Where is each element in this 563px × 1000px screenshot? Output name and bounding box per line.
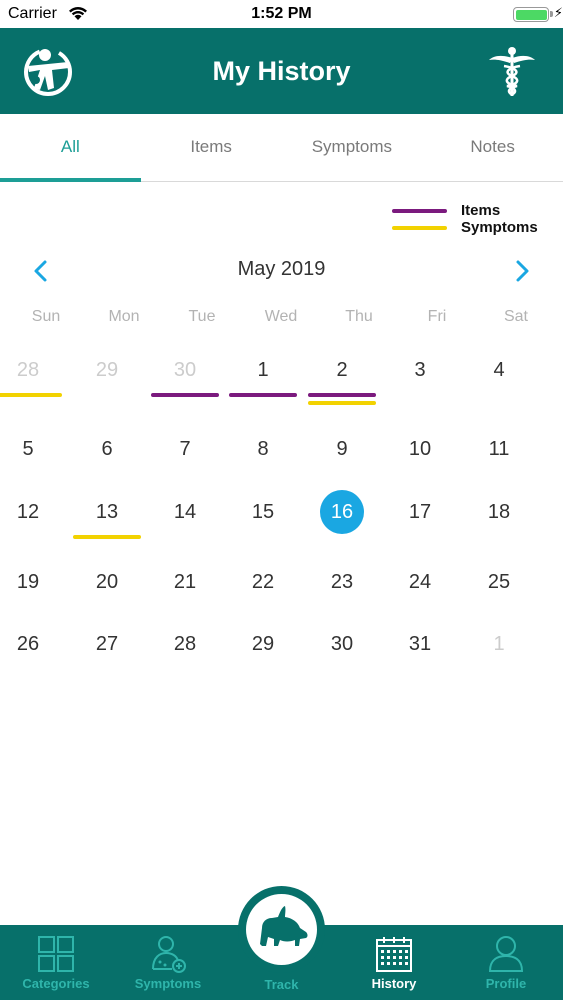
calendar-day[interactable]: 22: [224, 567, 302, 627]
symptoms-marker: [0, 393, 62, 397]
calendar-day[interactable]: 20: [68, 567, 146, 627]
calendar-day-number: 7: [179, 438, 191, 460]
calendar-day[interactable]: 3: [381, 355, 459, 415]
calendar-day[interactable]: 29: [68, 355, 146, 415]
calendar-day-number: 30: [330, 633, 354, 655]
calendar-day-number: 2: [336, 359, 348, 381]
calendar-day-number: 23: [330, 571, 354, 593]
calendar-day[interactable]: 26: [0, 629, 67, 689]
tabbar-track-label: Track: [264, 977, 299, 992]
calendar-day-number: 11: [488, 438, 510, 460]
calendar-day-number: 21: [173, 571, 197, 593]
items-marker: [151, 393, 219, 397]
tabbar-categories[interactable]: Categories: [0, 925, 112, 1000]
calendar-day[interactable]: 31: [381, 629, 459, 689]
calendar-day[interactable]: 24: [381, 567, 459, 627]
calendar-day[interactable]: 28: [146, 629, 224, 689]
calendar-day-number: 5: [22, 438, 34, 460]
calendar-day-number: 18: [487, 501, 511, 523]
tabbar-profile-label: Profile: [485, 976, 527, 991]
calendar-day-number: 31: [408, 633, 432, 655]
tabbar-symptoms[interactable]: Symptoms: [112, 925, 224, 1000]
calendar-day[interactable]: 30: [146, 355, 224, 415]
calendar-day-number: 16: [330, 501, 354, 523]
calendar-day[interactable]: 19: [0, 567, 67, 627]
calendar-day-number: 3: [414, 359, 426, 381]
items-marker: [229, 393, 297, 397]
calendar-day-number: 29: [95, 359, 119, 381]
dog-icon: [260, 906, 308, 946]
calendar-day-number: 14: [173, 501, 197, 523]
calendar-day-number: 4: [493, 359, 505, 381]
calendar-day[interactable]: 13: [68, 497, 146, 557]
calendar-day[interactable]: 1: [224, 355, 302, 415]
calendar-day[interactable]: 28: [0, 355, 67, 415]
calendar-day-number: 25: [487, 571, 511, 593]
calendar-day[interactable]: 5: [0, 434, 67, 494]
calendar-day-number: 28: [16, 359, 40, 381]
calendar-day[interactable]: 12: [0, 497, 67, 557]
calendar-day[interactable]: 27: [68, 629, 146, 689]
calendar-day-number: 12: [16, 501, 40, 523]
calendar-grid: 28 29 30 1 2 3 4 5 6 7 8 9 10 11 12 13 14 15 16 17 18 19 20 21 2…: [0, 0, 563, 700]
calendar-day-number: 30: [173, 359, 197, 381]
calendar-day[interactable]: 15: [224, 497, 302, 557]
calendar-day-number: 1: [493, 633, 505, 655]
calendar-day-number: 22: [251, 571, 275, 593]
calendar-day[interactable]: 10: [381, 434, 459, 494]
calendar-day[interactable]: 17: [381, 497, 459, 557]
tabbar-symptoms-label: Symptoms: [134, 976, 202, 991]
calendar-day[interactable]: 4: [460, 355, 538, 415]
tabbar-profile[interactable]: Profile: [450, 925, 562, 1000]
calendar-day[interactable]: 2: [303, 355, 381, 415]
symptoms-marker: [73, 535, 141, 539]
calendar-day-number: 26: [16, 633, 40, 655]
calendar-day-number: 17: [408, 501, 432, 523]
calendar-day-number: 27: [95, 633, 119, 655]
calendar-day[interactable]: 16: [303, 490, 381, 557]
calendar-day[interactable]: 21: [146, 567, 224, 627]
calendar-day[interactable]: 7: [146, 434, 224, 494]
tabbar-categories-label: Categories: [22, 976, 90, 991]
calendar-day[interactable]: 14: [146, 497, 224, 557]
calendar-day[interactable]: 25: [460, 567, 538, 627]
calendar-day-number: 15: [251, 501, 275, 523]
grid-icon: [38, 936, 74, 972]
calendar-day[interactable]: 6: [68, 434, 146, 494]
calendar-day[interactable]: 11: [460, 434, 538, 494]
calendar-day-number: 10: [408, 438, 432, 460]
calendar-day[interactable]: 30: [303, 629, 381, 689]
calendar-day[interactable]: 29: [224, 629, 302, 689]
calendar-day-number: 1: [257, 359, 269, 381]
calendar-day-number: 6: [101, 438, 113, 460]
user-icon: [488, 936, 524, 972]
tabbar-history[interactable]: History: [338, 925, 450, 1000]
items-marker: [308, 393, 376, 397]
calendar-day-number: 13: [95, 501, 119, 523]
calendar-day-number: 8: [257, 438, 269, 460]
calendar-icon: [376, 937, 412, 972]
person-plus-icon: [152, 936, 186, 973]
calendar-day-number: 24: [408, 571, 432, 593]
calendar-day-number: 28: [173, 633, 197, 655]
symptoms-marker: [308, 401, 376, 405]
calendar-day[interactable]: 9: [303, 434, 381, 494]
calendar-day[interactable]: 1: [460, 629, 538, 689]
calendar-day-number: 9: [336, 438, 348, 460]
calendar-day[interactable]: 18: [460, 497, 538, 557]
calendar-day[interactable]: 8: [224, 434, 302, 494]
tabbar-history-label: History: [371, 976, 417, 991]
calendar-day-number: 19: [16, 571, 40, 593]
calendar-day-number: 29: [251, 633, 275, 655]
calendar-day-number: 20: [95, 571, 119, 593]
calendar-day[interactable]: 23: [303, 567, 381, 627]
